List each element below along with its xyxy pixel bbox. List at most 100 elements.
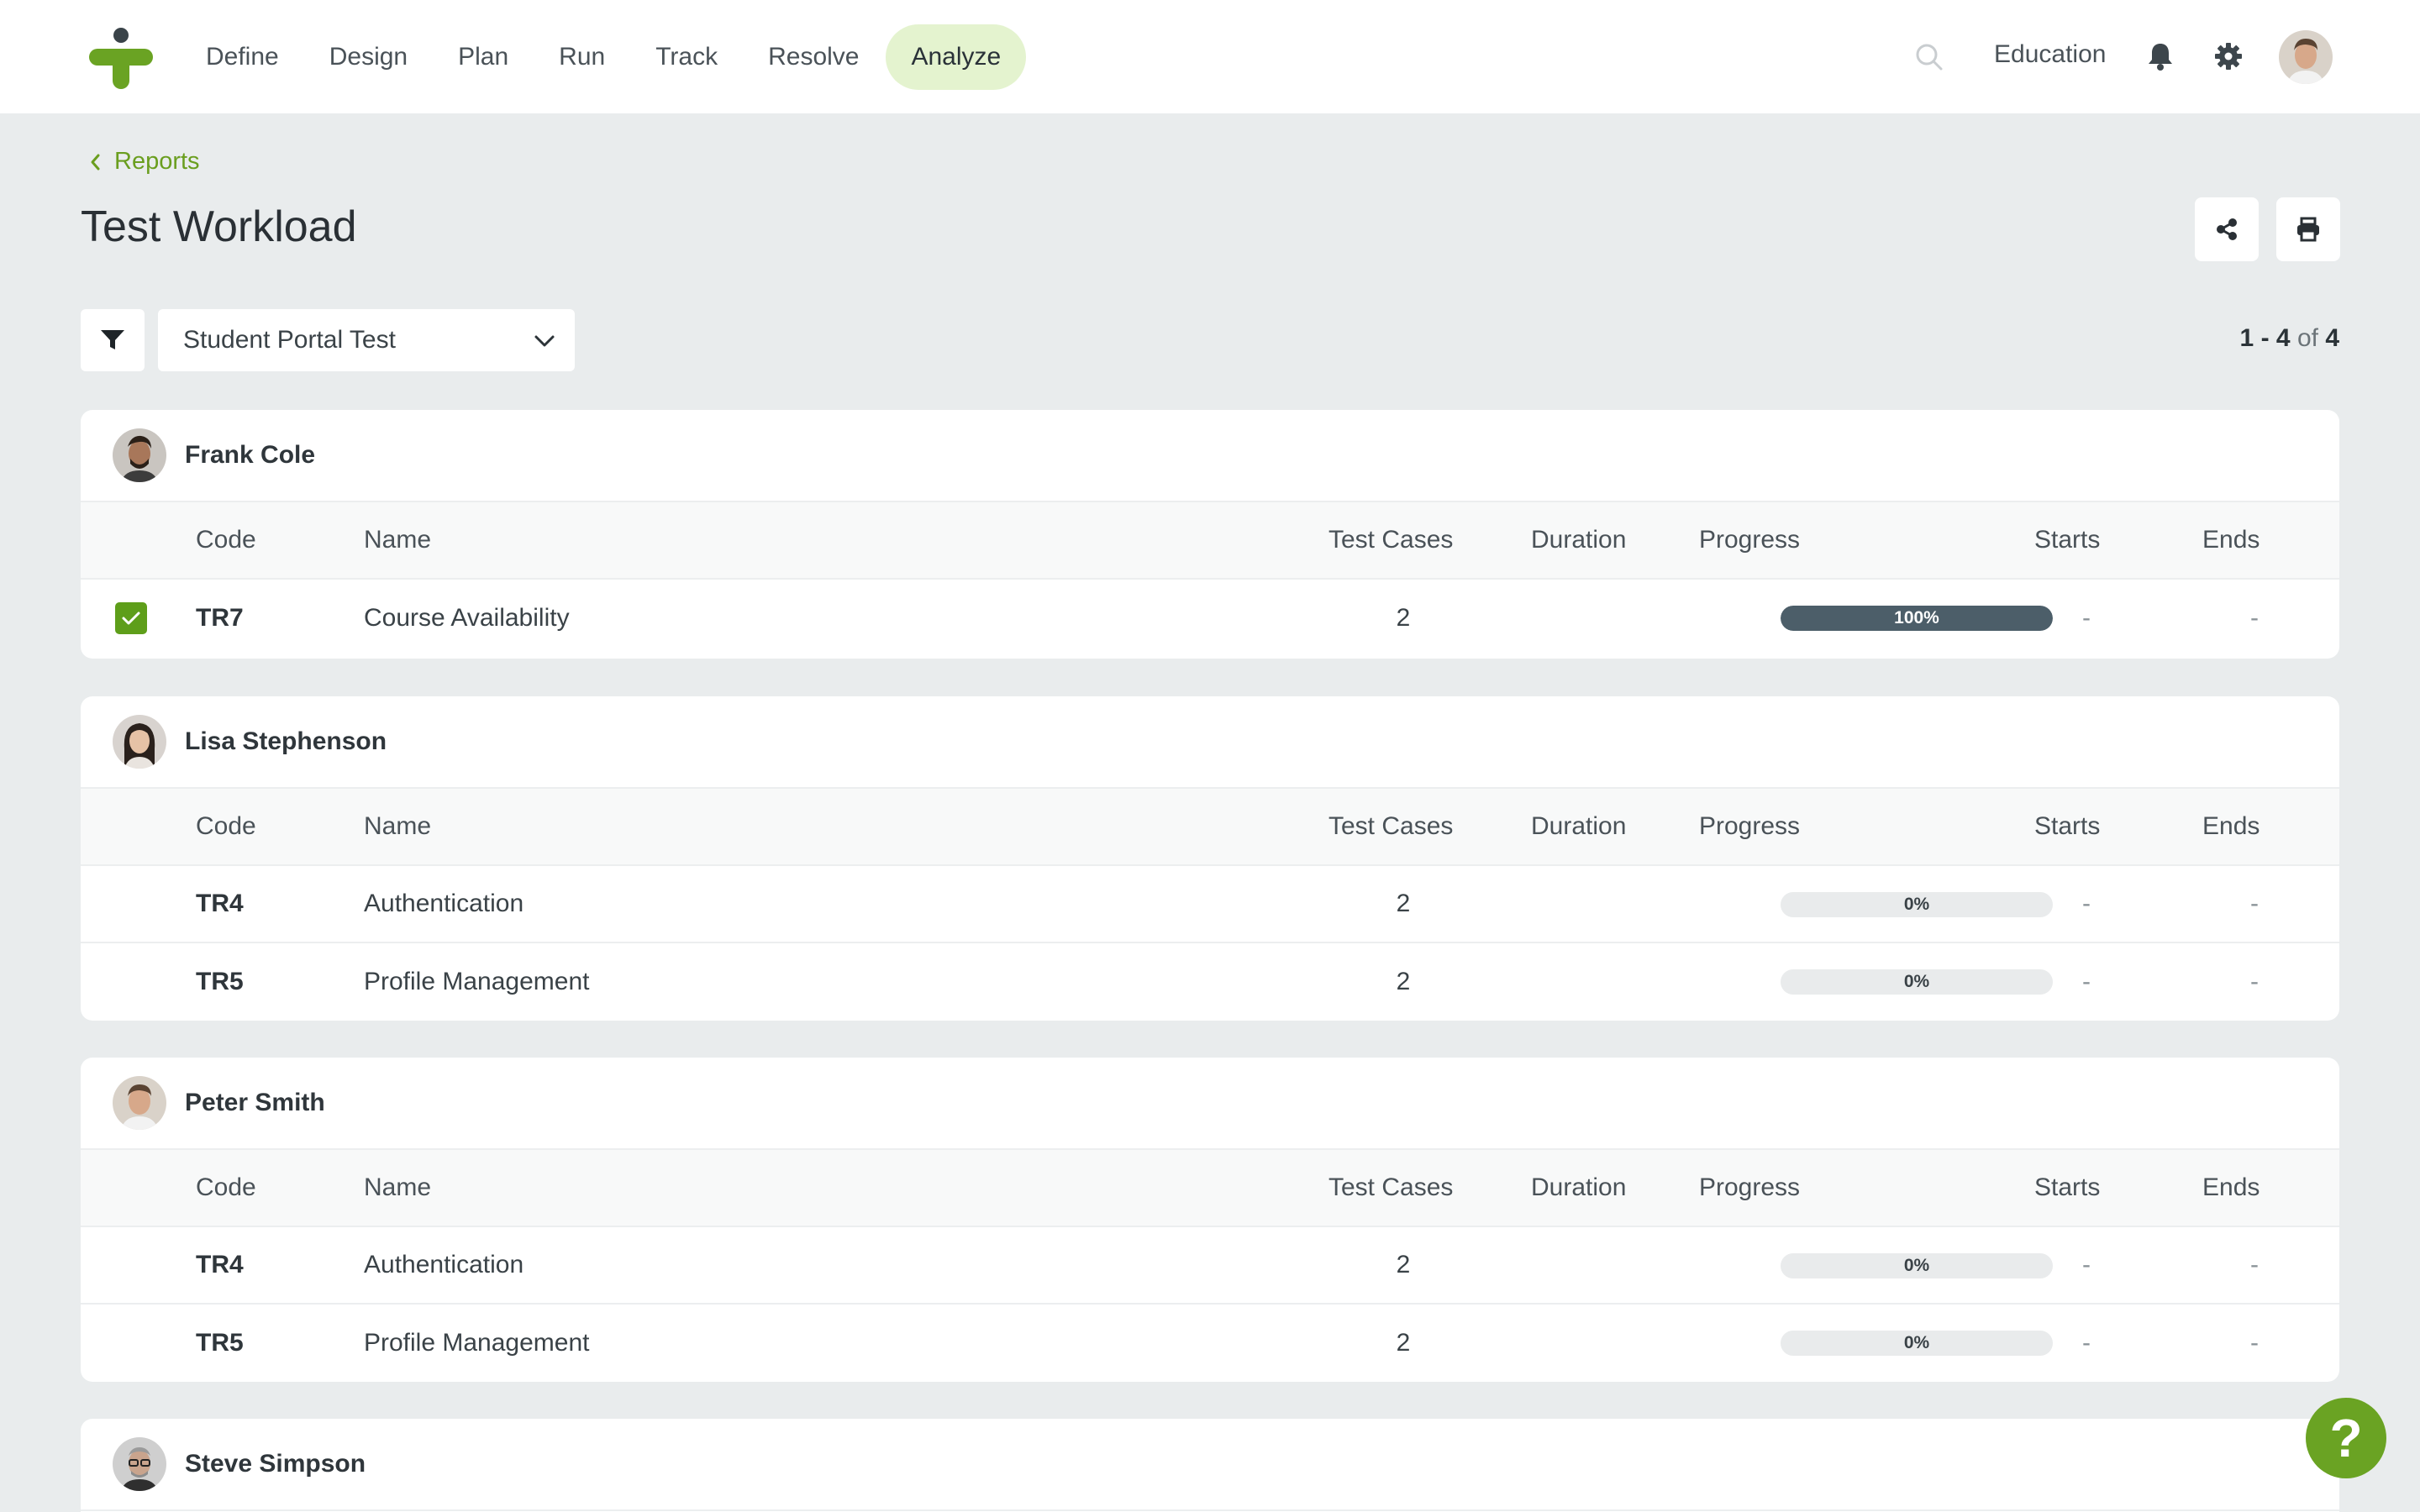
breadcrumb-label: Reports: [114, 148, 200, 175]
column-ends: Ends: [2202, 526, 2260, 554]
progress-label: 0%: [1903, 895, 1930, 914]
row-code[interactable]: TR5: [196, 943, 244, 1021]
row-starts: -: [2082, 1329, 2091, 1357]
nav-design[interactable]: Design: [304, 24, 433, 90]
chevron-left-icon: [91, 154, 100, 170]
search-icon[interactable]: [1914, 42, 1944, 72]
filter-icon: [101, 330, 124, 349]
row-checkbox[interactable]: [115, 602, 147, 634]
row-starts: -: [2082, 890, 2091, 917]
column-starts: Starts: [2034, 526, 2101, 554]
column-progress: Progress: [1699, 812, 1801, 840]
share-button[interactable]: [2195, 197, 2259, 261]
table-header: Code Name Test Cases Duration Progress S…: [81, 789, 2339, 866]
table-row[interactable]: TR7 Course Availability 2 100% - -: [81, 580, 2339, 657]
pager-end: 4: [2275, 324, 2291, 352]
plus-logo-icon[interactable]: [89, 25, 153, 89]
table-row[interactable]: TR4 Authentication 2 0% - -: [81, 1227, 2339, 1305]
row-code[interactable]: TR5: [196, 1305, 244, 1382]
row-code[interactable]: TR4: [196, 866, 244, 942]
row-starts: -: [2082, 604, 2091, 632]
assignee-name: Peter Smith: [185, 1089, 325, 1116]
row-ends: -: [2250, 968, 2259, 995]
row-test-cases: 2: [1396, 1251, 1411, 1278]
user-avatar[interactable]: [2279, 30, 2333, 84]
row-starts: -: [2082, 968, 2091, 995]
column-test-cases: Test Cases: [1328, 526, 1454, 554]
progress-label: 0%: [1903, 972, 1930, 991]
table-row[interactable]: TR4 Authentication 2 0% - -: [81, 866, 2339, 943]
assignee-card: Frank Cole Code Name Test Cases Duration…: [81, 410, 2339, 659]
progress-bar: 0%: [1781, 1253, 2053, 1278]
nav-run[interactable]: Run: [534, 24, 630, 90]
row-starts: -: [2082, 1251, 2091, 1278]
assignee-name: Frank Cole: [185, 441, 316, 469]
breadcrumb-back[interactable]: Reports: [89, 148, 200, 176]
share-icon: [2217, 218, 2237, 240]
row-name[interactable]: Profile Management: [364, 1305, 589, 1382]
assignee-name: Steve Simpson: [185, 1450, 366, 1478]
nav-analyze[interactable]: Analyze: [886, 24, 1027, 90]
assignee-header: Peter Smith: [81, 1058, 2339, 1150]
column-test-cases: Test Cases: [1328, 812, 1454, 840]
nav-resolve[interactable]: Resolve: [743, 24, 884, 90]
avatar: [113, 1437, 166, 1491]
progress-bar: 0%: [1781, 1331, 2053, 1356]
printer-icon: [2297, 217, 2319, 242]
progress-label: 100%: [1894, 608, 1939, 627]
progress-label: 0%: [1903, 1333, 1930, 1352]
assignee-card: Steve Simpson: [81, 1419, 2339, 1512]
column-starts: Starts: [2034, 812, 2101, 840]
progress-bar: 0%: [1781, 892, 2053, 917]
column-name: Name: [364, 812, 432, 840]
print-button[interactable]: [2276, 197, 2340, 261]
column-duration: Duration: [1531, 1173, 1627, 1201]
project-select-value: Student Portal Test: [183, 326, 396, 354]
help-button[interactable]: ?: [2306, 1398, 2386, 1478]
pager-total: 4: [2325, 324, 2339, 352]
row-ends: -: [2250, 1251, 2259, 1278]
column-progress: Progress: [1699, 526, 1801, 554]
table-row[interactable]: TR5 Profile Management 2 0% - -: [81, 1305, 2339, 1382]
page-title: Test Workload: [81, 202, 357, 251]
pager-sep: -: [2260, 324, 2270, 352]
row-name[interactable]: Authentication: [364, 866, 523, 942]
row-name[interactable]: Course Availability: [364, 580, 570, 657]
gear-icon[interactable]: [2213, 41, 2244, 71]
row-code[interactable]: TR7: [196, 580, 244, 657]
row-test-cases: 2: [1396, 604, 1411, 632]
row-test-cases: 2: [1396, 1329, 1411, 1357]
row-name[interactable]: Authentication: [364, 1227, 523, 1303]
row-ends: -: [2250, 604, 2259, 632]
row-ends: -: [2250, 1329, 2259, 1357]
row-test-cases: 2: [1396, 968, 1411, 995]
pagination-summary: 1 - 4 of 4: [2240, 324, 2339, 353]
row-name[interactable]: Profile Management: [364, 943, 589, 1021]
filter-button[interactable]: [81, 309, 145, 371]
nav-plan[interactable]: Plan: [433, 24, 534, 90]
main-nav: Define Design Plan Run Track Resolve Ana…: [181, 24, 1027, 91]
assignee-header: Steve Simpson: [81, 1419, 2339, 1511]
check-icon: [122, 612, 140, 625]
avatar: [113, 1076, 166, 1130]
row-code[interactable]: TR4: [196, 1227, 244, 1303]
organization-name[interactable]: Education: [1994, 40, 2106, 69]
bell-icon[interactable]: [2146, 41, 2175, 71]
nav-define[interactable]: Define: [181, 24, 304, 90]
row-ends: -: [2250, 890, 2259, 917]
pager-of: of: [2296, 324, 2318, 352]
nav-track[interactable]: Track: [630, 24, 743, 90]
project-select[interactable]: Student Portal Test: [158, 309, 575, 371]
column-progress: Progress: [1699, 1173, 1801, 1201]
column-ends: Ends: [2202, 812, 2260, 840]
column-ends: Ends: [2202, 1173, 2260, 1201]
table-row[interactable]: TR5 Profile Management 2 0% - -: [81, 943, 2339, 1021]
avatar: [113, 428, 166, 482]
column-name: Name: [364, 1173, 432, 1201]
progress-bar: 0%: [1781, 969, 2053, 995]
assignee-card: Lisa Stephenson Code Name Test Cases Dur…: [81, 696, 2339, 1021]
column-code: Code: [196, 1173, 256, 1201]
assignee-header: Lisa Stephenson: [81, 696, 2339, 789]
assignee-name: Lisa Stephenson: [185, 727, 387, 755]
column-duration: Duration: [1531, 812, 1627, 840]
